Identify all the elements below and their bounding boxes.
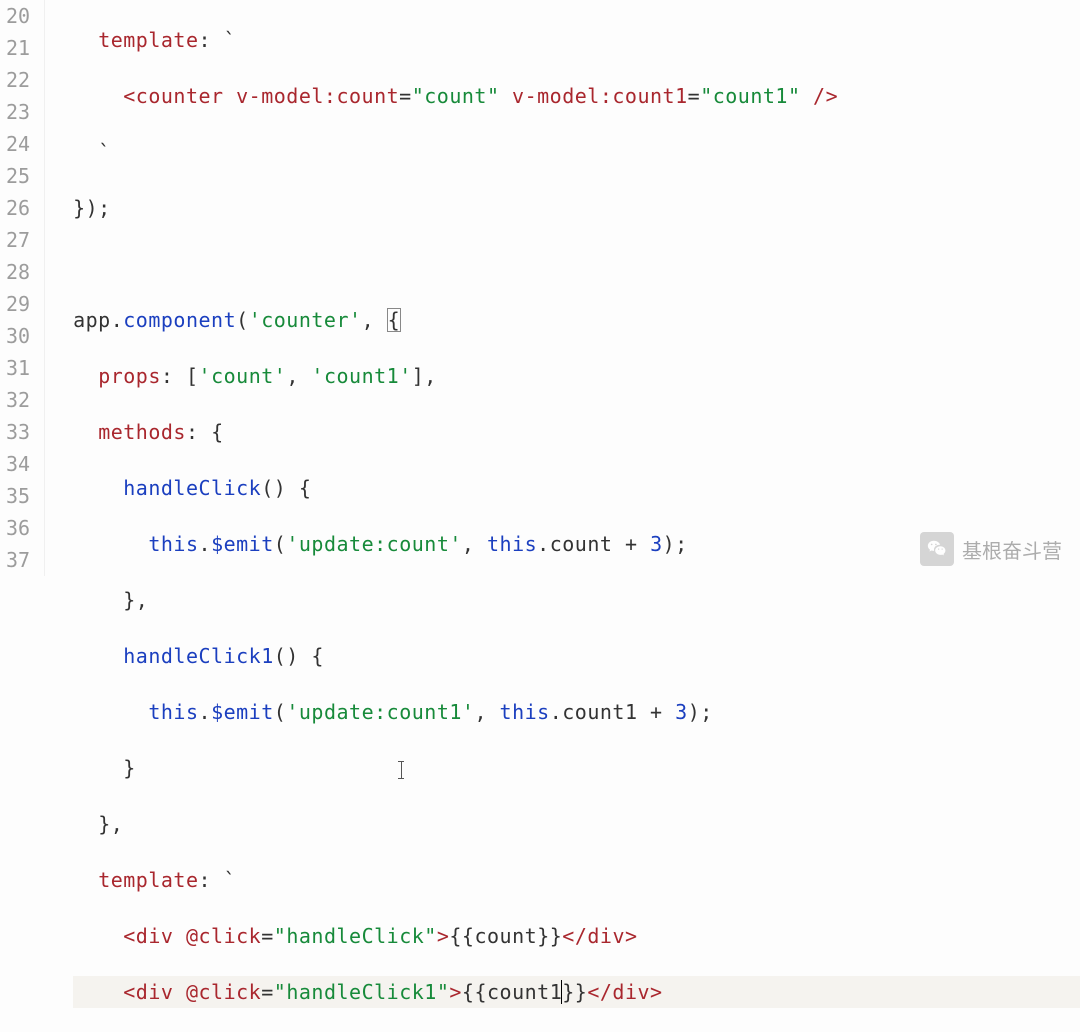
text-cursor-icon: [396, 761, 406, 779]
html-tag: <div: [123, 980, 173, 1004]
line-number: 26: [6, 192, 30, 224]
string: 'count1': [311, 364, 411, 388]
html-attr: v-model:count: [224, 84, 400, 108]
html-attr: @click: [173, 924, 261, 948]
code-line[interactable]: `: [73, 136, 1080, 168]
method-name: handleClick1: [123, 644, 274, 668]
html-tag: </div>: [562, 924, 637, 948]
line-number: 30: [6, 320, 30, 352]
html-attr: @click: [173, 980, 261, 1004]
code-line[interactable]: this.$emit('update:count', this.count + …: [73, 528, 1080, 560]
mustache-expr: count: [474, 924, 537, 948]
number: 3: [675, 700, 688, 724]
html-attr: v-model:count1: [500, 84, 688, 108]
this-keyword: this: [148, 700, 198, 724]
code-line[interactable]: [73, 248, 1080, 280]
this-keyword: this: [148, 532, 198, 556]
code-line[interactable]: }: [73, 752, 1080, 784]
string: "count1": [700, 84, 800, 108]
line-number: 34: [6, 448, 30, 480]
code-line[interactable]: handleClick1() {: [73, 640, 1080, 672]
code-editor[interactable]: template: ` <counter v-model:count="coun…: [45, 0, 1080, 576]
line-number: 33: [6, 416, 30, 448]
code-line[interactable]: methods: {: [73, 416, 1080, 448]
html-tag: </div>: [587, 980, 662, 1004]
property: count: [550, 532, 613, 556]
string: 'update:count': [286, 532, 462, 556]
code-line[interactable]: this.$emit('update:count1', this.count1 …: [73, 696, 1080, 728]
string: 'counter': [249, 308, 362, 332]
string: "count": [412, 84, 500, 108]
html-tag: />: [801, 84, 839, 108]
this-keyword: this: [487, 532, 537, 556]
line-number: 37: [6, 544, 30, 576]
code-line[interactable]: template: `: [73, 24, 1080, 56]
number: 3: [650, 532, 663, 556]
line-number: 31: [6, 352, 30, 384]
line-number: 25: [6, 160, 30, 192]
code-line[interactable]: template: `: [73, 864, 1080, 896]
code-line[interactable]: props: ['count', 'count1'],: [73, 360, 1080, 392]
code-line[interactable]: },: [73, 808, 1080, 840]
cursor-brace-highlight: {: [387, 308, 402, 332]
emit-method: $emit: [211, 532, 274, 556]
line-number: 35: [6, 480, 30, 512]
property: count1: [562, 700, 637, 724]
code-line[interactable]: app.component('counter', {: [73, 304, 1080, 336]
line-number: 29: [6, 288, 30, 320]
mustache-expr: count1: [487, 980, 562, 1004]
code-line-active[interactable]: <div @click="handleClick1">{{count1}}</d…: [73, 976, 1080, 1008]
line-number: 27: [6, 224, 30, 256]
line-number: 36: [6, 512, 30, 544]
string: 'update:count1': [286, 700, 474, 724]
string: 'count': [199, 364, 287, 388]
line-number: 23: [6, 96, 30, 128]
emit-method: $emit: [211, 700, 274, 724]
line-number: 32: [6, 384, 30, 416]
code-line[interactable]: handleClick() {: [73, 472, 1080, 504]
line-number: 22: [6, 64, 30, 96]
method-name: handleClick: [123, 476, 261, 500]
html-tag: <div: [123, 924, 173, 948]
string: "handleClick": [274, 924, 437, 948]
html-tag: <counter: [123, 84, 223, 108]
property-key: props: [98, 364, 161, 388]
identifier: app: [73, 308, 111, 332]
property-key: methods: [98, 420, 186, 444]
line-number: 21: [6, 32, 30, 64]
property-key: template: [98, 28, 198, 52]
this-keyword: this: [500, 700, 550, 724]
line-number: 20: [6, 0, 30, 32]
code-line[interactable]: },: [73, 584, 1080, 616]
method: component: [123, 308, 236, 332]
property-key: template: [98, 868, 198, 892]
code-line[interactable]: <counter v-model:count="count" v-model:c…: [73, 80, 1080, 112]
code-line[interactable]: });: [73, 192, 1080, 224]
string: "handleClick1": [274, 980, 450, 1004]
code-line[interactable]: <div @click="handleClick">{{count}}</div…: [73, 920, 1080, 952]
line-number-gutter: 20 21 22 23 24 25 26 27 28 29 30 31 32 3…: [0, 0, 45, 576]
line-number: 24: [6, 128, 30, 160]
line-number: 28: [6, 256, 30, 288]
